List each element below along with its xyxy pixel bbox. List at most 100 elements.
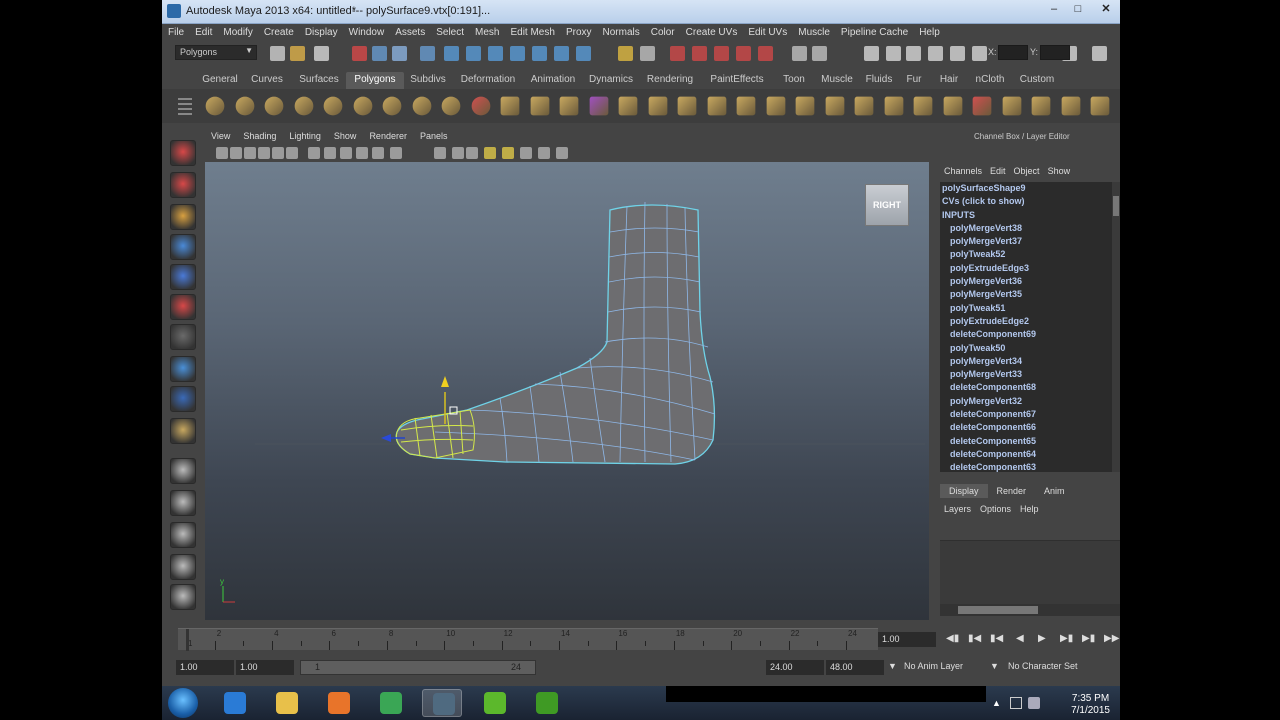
menu-edit-mesh[interactable]: Edit Mesh — [504, 25, 559, 41]
poly-prism-icon[interactable] — [382, 96, 402, 116]
x-input[interactable] — [998, 45, 1028, 60]
shelf-tab-hair[interactable]: Hair — [930, 72, 968, 89]
menu-create-uvs[interactable]: Create UVs — [680, 25, 743, 41]
channel-box-item[interactable]: deleteComponent64 — [940, 448, 1112, 461]
shelf-tab-curves[interactable]: Curves — [242, 72, 292, 89]
open-scene-icon[interactable] — [290, 46, 305, 61]
shelf-tab-polygons[interactable]: Polygons — [346, 72, 404, 89]
panel-menu-lighting[interactable]: Lighting — [282, 130, 327, 144]
poly-soccer-icon[interactable] — [441, 96, 461, 116]
manipulator-tool-icon[interactable] — [170, 324, 196, 350]
safe-action-icon[interactable] — [356, 147, 368, 159]
menu-assets[interactable]: Assets — [389, 25, 430, 41]
channel-box-item[interactable]: polyMergeVert33 — [940, 368, 1112, 381]
channel-box-scrollbar[interactable] — [1112, 182, 1120, 472]
layer-tab-display[interactable]: Display — [940, 484, 988, 498]
smooth-shade-icon[interactable] — [434, 147, 446, 159]
menu-edit[interactable]: Edit — [189, 25, 217, 41]
channel-box-item[interactable]: polySurfaceShape9 — [940, 182, 1112, 195]
channel-menu-edit[interactable]: Edit — [988, 166, 1012, 176]
volume-icon[interactable] — [1028, 697, 1040, 709]
channel-box-item[interactable]: deleteComponent68 — [940, 381, 1112, 394]
resolution-gate-icon[interactable] — [308, 147, 320, 159]
foot-shape[interactable] — [395, 204, 716, 465]
soft-mod-tool-icon[interactable] — [170, 356, 196, 382]
split-icon[interactable] — [707, 96, 726, 116]
scale-tool-icon[interactable] — [170, 294, 196, 320]
snap-plane-icon[interactable] — [510, 46, 525, 61]
tray-expand-icon[interactable]: ▲ — [992, 698, 1001, 708]
menu-edit-uvs[interactable]: Edit UVs — [742, 25, 792, 41]
ipr-icon[interactable] — [692, 46, 707, 61]
menu-display[interactable]: Display — [299, 25, 343, 41]
render-view-icon[interactable] — [758, 46, 773, 61]
poly-cone-icon[interactable] — [294, 96, 313, 116]
anim-layer-dropdown-arrow-icon[interactable]: ▼ — [888, 661, 897, 671]
image-plane-icon[interactable] — [258, 147, 270, 159]
attr-editor-icon[interactable] — [812, 46, 827, 61]
shelf-tab-painteffects[interactable]: PaintEffects — [700, 72, 774, 89]
play-forward-icon[interactable]: ▶ — [1038, 633, 1046, 644]
move-z-arrow-icon[interactable] — [381, 434, 391, 442]
shelf-tab-surfaces[interactable]: Surfaces — [292, 72, 346, 89]
shelf-tab-fluids[interactable]: Fluids — [860, 72, 898, 89]
hypergraph-layout-icon[interactable] — [170, 584, 196, 610]
camera-attr-icon[interactable] — [230, 147, 242, 159]
step-forward-key-icon[interactable]: ▶▮ — [1060, 633, 1073, 644]
textured-icon[interactable] — [452, 147, 464, 159]
shelf-tab-ncloth[interactable]: nCloth — [968, 72, 1012, 89]
paint-icon[interactable] — [950, 46, 965, 61]
paint-select-tool-icon[interactable] — [170, 204, 196, 230]
sel-list-icon[interactable] — [792, 46, 807, 61]
layer-tab-anim[interactable]: Anim — [1035, 484, 1074, 498]
show-manipulator-icon[interactable] — [170, 386, 196, 412]
poly-torus-icon[interactable] — [353, 96, 372, 116]
menu-proxy[interactable]: Proxy — [560, 25, 597, 41]
channel-menu-object[interactable]: Object — [1012, 166, 1046, 176]
history-icon[interactable] — [554, 46, 569, 61]
rotate-tool-icon[interactable] — [170, 264, 196, 290]
two-pane-layout-icon[interactable] — [170, 522, 196, 548]
select-hierarchy-icon[interactable] — [352, 46, 367, 61]
extrude-icon[interactable] — [795, 96, 815, 116]
panel-menu-view[interactable]: View — [204, 130, 236, 144]
menu-window[interactable]: Window — [343, 25, 390, 41]
hypershade-icon[interactable] — [736, 46, 751, 61]
media-player-icon[interactable] — [318, 689, 358, 717]
step-forward-frame-icon[interactable]: ▶▮ — [1082, 633, 1095, 644]
panel-menu-renderer[interactable]: Renderer — [362, 130, 413, 144]
planar-map-icon[interactable] — [1061, 96, 1080, 116]
shelf-tab-toon[interactable]: Toon — [774, 72, 814, 89]
save-scene-icon[interactable] — [314, 46, 329, 61]
shelf-tab-dynamics[interactable]: Dynamics — [582, 72, 640, 89]
move-tool-icon[interactable] — [170, 234, 196, 260]
channel-box-item[interactable]: polyMergeVert36 — [940, 275, 1112, 288]
menu-help[interactable]: Help — [913, 25, 945, 41]
tool-settings-icon[interactable] — [864, 46, 879, 61]
layer-list[interactable] — [940, 540, 1120, 604]
go-to-end-icon[interactable]: ▶▶ — [1104, 633, 1119, 644]
layer-editor-scrollbar[interactable] — [940, 604, 1120, 616]
panel-menu-shading[interactable]: Shading — [236, 130, 282, 144]
smooth-icon[interactable] — [559, 96, 579, 116]
step-back-frame-icon[interactable]: ▮◀ — [968, 633, 981, 644]
channel-box-item[interactable]: deleteComponent66 — [940, 421, 1112, 434]
lock-icon[interactable] — [618, 46, 633, 61]
camera-select-icon[interactable] — [216, 147, 228, 159]
gate-mask-icon[interactable] — [324, 147, 336, 159]
menu-select[interactable]: Select — [430, 25, 469, 41]
layer-tab-render[interactable]: Render — [988, 484, 1036, 498]
current-frame-marker[interactable] — [186, 629, 189, 651]
channel-box-item[interactable]: deleteComponent63 — [940, 461, 1112, 472]
channel-box-item[interactable]: polyTweak52 — [940, 248, 1112, 261]
insert-loop-icon[interactable] — [736, 96, 756, 116]
menu-normals[interactable]: Normals — [597, 25, 645, 41]
collapse-icon[interactable] — [913, 96, 933, 116]
channel-box-item[interactable]: polyMergeVert35 — [940, 288, 1112, 301]
construction-icon[interactable] — [576, 46, 591, 61]
menu-file[interactable]: File — [162, 25, 189, 41]
combine-icon[interactable] — [471, 96, 490, 116]
joints-xray-icon[interactable] — [538, 147, 550, 159]
shelf-tab-fur[interactable]: Fur — [898, 72, 930, 89]
range-slider[interactable]: 1 24 — [300, 660, 536, 675]
